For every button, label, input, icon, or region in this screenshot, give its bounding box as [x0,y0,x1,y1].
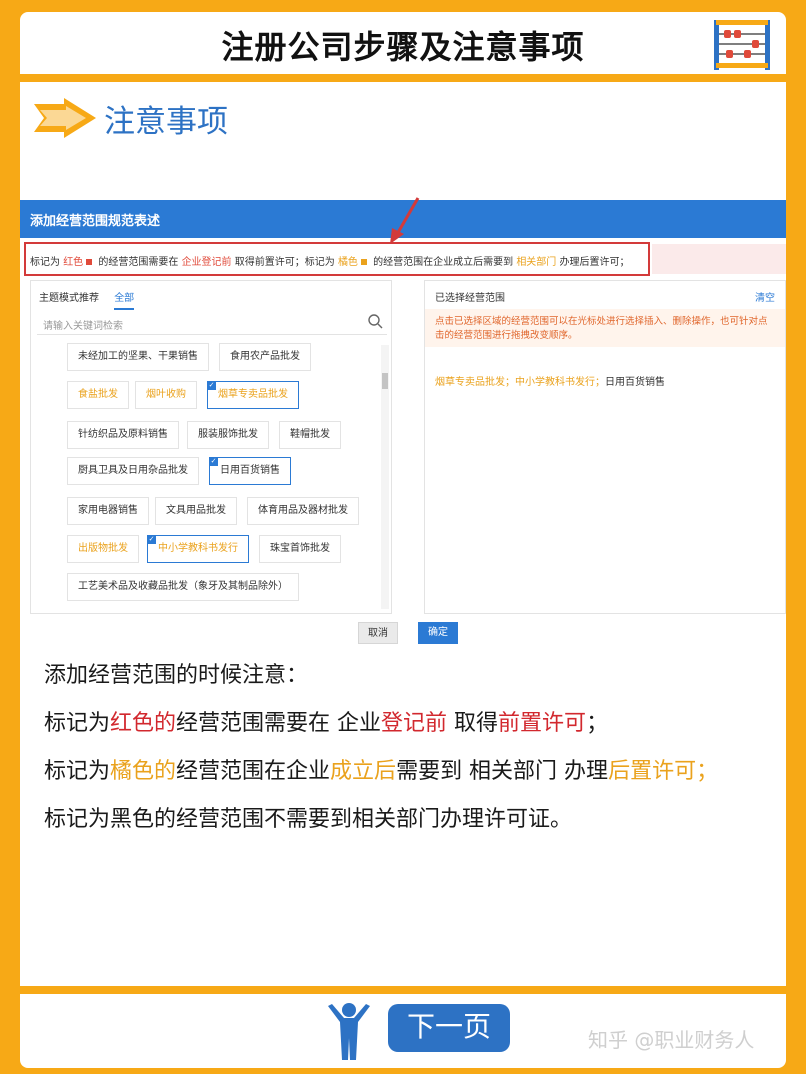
note-line-2: 标记为红色的经营范围需要在 企业登记前 取得前置许可； [44,704,784,752]
scope-tag[interactable]: 出版物批发 [67,535,139,563]
search-input[interactable]: 请输入关键词检索 [37,309,387,335]
text: 经营范围需要在 企业 [176,711,382,736]
legend-orange-place: 相关部门 [516,257,557,268]
scope-picker-pane: 主题模式推荐 全部 请输入关键词检索 未经加工的坚果、干果销售 食用农产品批发 … [30,280,392,614]
legend-text: 的经营范围需要在 [98,257,179,268]
embedded-screenshot: 添加经营范围规范表述 标记为 红色 的经营范围需要在 企业登记前 取得前置许可；… [20,197,786,648]
selected-item[interactable]: 中小学教科书发行； [515,377,605,388]
text: 标记为 [44,711,111,736]
note-line-3: 标记为橘色的经营范围在企业成立后需要到 相关部门 办理后置许可； [44,752,784,800]
section-title: 注意事项 [104,104,228,140]
red-text: 红色的 [110,711,177,736]
clear-button[interactable]: 清空 [755,289,775,304]
orange-text: 成立后 [330,759,397,784]
content-card: 注意事项 添加经营范围规范表述 标记为 红色 的经营范围需要在 企业登记前 取得… [20,82,786,986]
scroll-thumb[interactable] [382,373,388,389]
scope-tag[interactable]: 烟叶收购 [135,381,197,409]
legend-text: 标记为 [30,257,60,268]
selected-heading: 已选择经营范围 [435,293,505,304]
legend-orange: 橘色 [337,257,358,268]
red-square-icon [86,259,93,265]
scope-tag[interactable]: 家用电器销售 [67,497,149,525]
scope-tag-selected[interactable]: 中小学教科书发行 [147,535,249,563]
orange-text: 后置许可； [608,759,719,784]
watermark: 知乎 @职业财务人 [588,1028,755,1052]
scope-tag[interactable]: 鞋帽批发 [279,421,341,449]
scope-tag[interactable]: 服装服饰批发 [187,421,269,449]
search-placeholder: 请输入关键词检索 [43,321,123,332]
next-page-button[interactable]: 下一页 [388,1004,510,1052]
scope-tag[interactable]: 珠宝首饰批发 [259,535,341,563]
dialog-title: 添加经营范围规范表述 [30,214,161,229]
scope-tag[interactable]: 未经加工的坚果、干果销售 [67,343,209,371]
text: 经营范围在企业 [176,759,331,784]
tab-recommend[interactable]: 主题模式推荐 [39,293,99,304]
scope-tag[interactable]: 工艺美术品及收藏品批发（象牙及其制品除外） [67,573,299,601]
text: 需要到 相关部门 办理 [396,759,609,784]
notes-text: 添加经营范围的时候注意： 标记为红色的经营范围需要在 企业登记前 取得前置许可；… [44,656,784,848]
scope-tabs: 主题模式推荐 全部 [39,289,135,310]
legend-text: 办理后置许可； [559,257,630,268]
red-text: 前置许可 [498,711,587,736]
legend-text: 的经营范围在企业成立后需要到 [373,257,514,268]
selected-scope-pane: 已选择经营范围 清空 点击已选择区域的经营范围可以在光标处进行选择插入、删除操作… [424,280,786,614]
orange-text: 橘色的 [110,759,177,784]
legend-red: 红色 [63,257,84,268]
text: 标记为 [44,759,111,784]
selected-item[interactable]: 烟草专卖品批发； [435,377,515,388]
scope-tag[interactable]: 厨具卫具及日用杂品批发 [67,457,199,485]
tab-all[interactable]: 全部 [114,293,135,310]
scope-tag[interactable]: 针纺织品及原料销售 [67,421,179,449]
note-line-1: 添加经营范围的时候注意： [44,663,309,688]
text: ； [586,711,609,736]
legend-strip [652,244,786,274]
red-text: 登记前 [381,711,448,736]
scope-tag-selected[interactable]: 日用百货销售 [209,457,291,485]
note-line-4: 标记为黑色的经营范围不需要到相关部门办理许可证。 [44,807,573,832]
legend-text: 取得前置许可；标记为 [234,257,335,268]
red-arrow-icon [390,197,420,244]
person-icon [328,1003,370,1060]
selected-list[interactable]: 烟草专卖品批发；中小学教科书发行；日用百货销售 [435,373,665,388]
header: 注册公司步骤及注意事项 [20,12,786,74]
orange-square-icon [360,259,367,265]
scrollbar[interactable] [381,345,389,609]
scope-tag[interactable]: 食用农产品批发 [219,343,311,371]
scope-tag[interactable]: 文具用品批发 [155,497,237,525]
selected-item[interactable]: 日用百货销售 [605,377,665,388]
scope-tag-selected[interactable]: 烟草专卖品批发 [207,381,299,409]
footer: 下一页 知乎 @职业财务人 [20,994,786,1068]
arrow-icon [34,98,96,138]
abacus-icon [714,20,770,70]
scope-tag[interactable]: 体育用品及器材批发 [247,497,359,525]
legend-red-place: 企业登记前 [181,257,232,268]
selected-note: 点击已选择区域的经营范围可以在光标处进行选择插入、删除操作，也可针对点击的经营范… [425,309,785,347]
legend-note: 标记为 红色 的经营范围需要在 企业登记前 取得前置许可；标记为 橘色 的经营范… [24,242,650,276]
page-title: 注册公司步骤及注意事项 [221,28,585,66]
text: 取得 [447,711,499,736]
scope-tag[interactable]: 食盐批发 [67,381,129,409]
search-icon[interactable] [367,313,383,329]
cancel-button[interactable]: 取消 [358,622,398,644]
confirm-button[interactable]: 确定 [418,622,458,644]
